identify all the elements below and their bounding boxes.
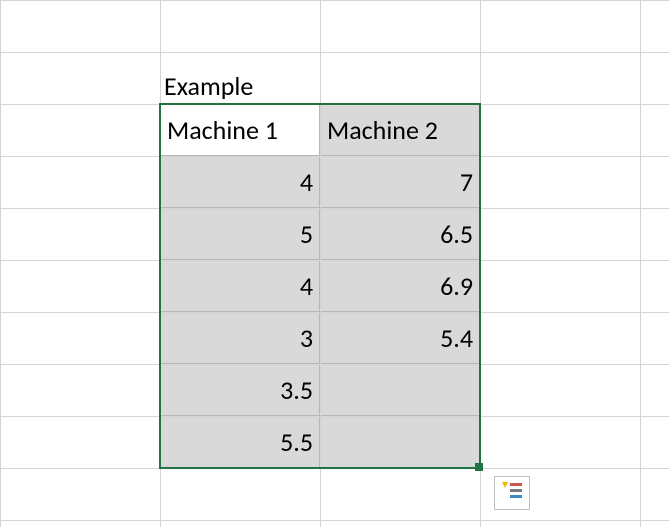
table-cell[interactable]: 4 (161, 157, 320, 208)
gridline-vertical (0, 0, 1, 527)
table-cell[interactable] (321, 417, 480, 468)
table-cell[interactable]: 4 (161, 261, 320, 312)
table-cell[interactable] (321, 365, 480, 416)
table-cell[interactable]: 5 (161, 209, 320, 260)
table-cell[interactable]: 5.4 (321, 313, 480, 364)
quick-analysis-icon (501, 481, 523, 506)
title-cell[interactable]: Example (160, 52, 320, 104)
table-header[interactable]: Machine 2 (321, 105, 480, 156)
gridline-horizontal (0, 520, 669, 521)
gridline-horizontal (0, 468, 669, 469)
table-cell[interactable]: 3 (161, 313, 320, 364)
quick-analysis-button[interactable] (494, 476, 530, 510)
table-header[interactable]: Machine 1 (161, 105, 320, 156)
table-cell[interactable]: 6.9 (321, 261, 480, 312)
table-cell[interactable]: 6.5 (321, 209, 480, 260)
gridline-horizontal (0, 52, 669, 53)
gridline-vertical (480, 0, 481, 527)
table-cell[interactable]: 7 (321, 157, 480, 208)
gridline-vertical (640, 0, 641, 527)
spreadsheet-grid[interactable]: ExampleMachine 1Machine 24756.546.935.43… (0, 0, 669, 527)
table-cell[interactable]: 3.5 (161, 365, 320, 416)
table-cell[interactable]: 5.5 (161, 417, 320, 468)
gridline-horizontal (0, 0, 669, 1)
